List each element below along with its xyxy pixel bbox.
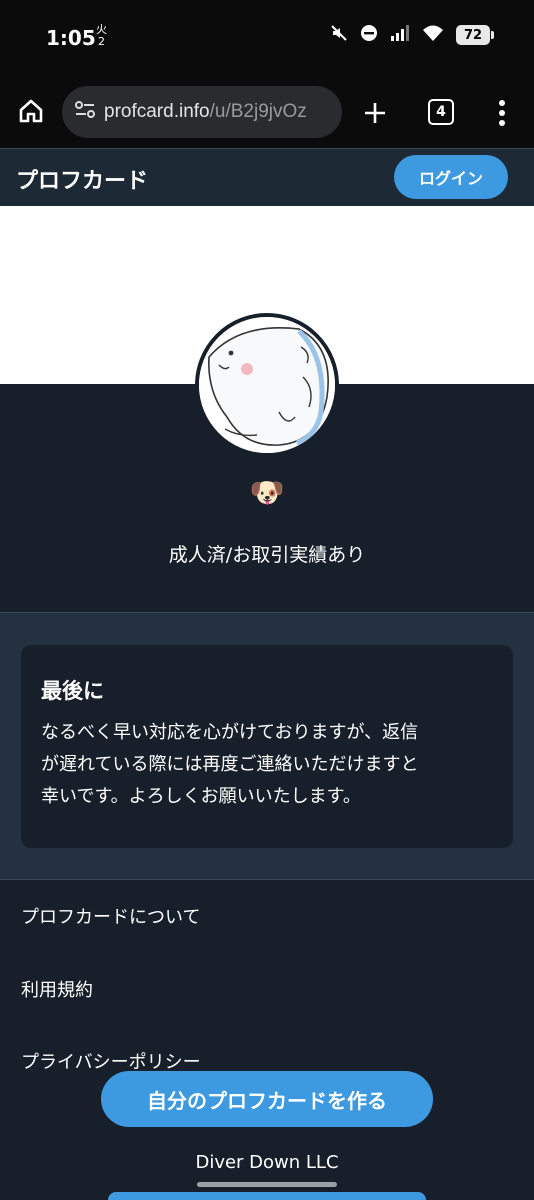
closing-section: 最後に なるべく早い対応を心がけておりますが、返信 が遅れている際には再度ご連絡… — [0, 612, 534, 880]
footer-link-about[interactable]: プロフカードについて — [21, 903, 200, 929]
site-settings-icon[interactable] — [74, 100, 96, 124]
closing-card: 最後に なるべく早い対応を心がけておりますが、返信 が遅れている際には再度ご連絡… — [21, 645, 513, 848]
signal-icon — [390, 24, 410, 46]
status-bar: 1:05 火 2 72 — [0, 0, 534, 78]
battery-icon: 72 — [456, 25, 494, 45]
home-icon — [19, 99, 43, 123]
gesture-bar[interactable] — [197, 1182, 337, 1187]
status-time: 1:05 — [46, 26, 96, 50]
new-tab-button[interactable] — [358, 96, 392, 130]
status-date-indicator: 火 2 — [96, 23, 107, 48]
company-name: Diver Down LLC — [195, 1152, 339, 1173]
plus-icon — [365, 103, 385, 123]
bottom-peek-button[interactable] — [108, 1192, 426, 1200]
mute-icon — [330, 24, 348, 46]
app-header: プロフカード ログイン — [0, 148, 534, 206]
create-profcard-button[interactable]: 自分のプロフカードを作る — [101, 1071, 433, 1127]
profile-emoji: 🐶 — [249, 476, 285, 509]
wifi-icon — [422, 24, 444, 46]
browser-toolbar: profcard.info/u/B2j9jvOz 4 — [0, 78, 534, 148]
tabs-icon[interactable]: 4 — [428, 99, 454, 125]
address-bar[interactable]: profcard.info/u/B2j9jvOz — [62, 86, 342, 138]
login-button[interactable]: ログイン — [394, 155, 508, 199]
profile-bio: 成人済/お取引実績あり — [168, 544, 366, 566]
home-button[interactable] — [14, 94, 48, 128]
closing-title: 最後に — [41, 679, 104, 703]
dnd-icon — [360, 24, 378, 46]
avatar-illustration — [199, 317, 335, 453]
avatar — [195, 313, 339, 457]
closing-body: なるべく早い対応を心がけておりますが、返信 が遅れている際には再度ご連絡いただけ… — [41, 722, 419, 807]
footer-link-terms[interactable]: 利用規約 — [21, 976, 93, 1002]
app-title[interactable]: プロフカード — [16, 163, 148, 195]
url-text: profcard.info/u/B2j9jvOz — [104, 101, 307, 122]
more-vert-icon[interactable] — [490, 96, 514, 130]
